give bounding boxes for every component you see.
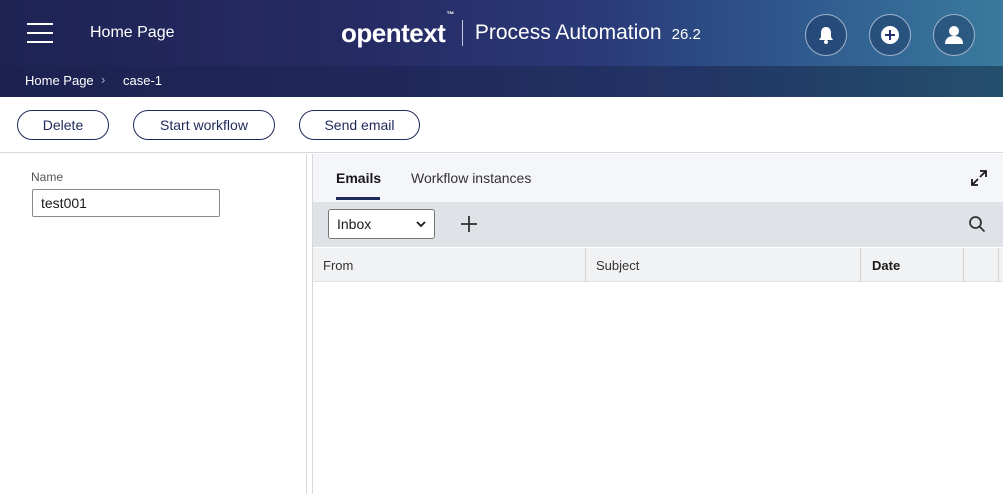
folder-select-value: Inbox [337,216,372,232]
column-header-options[interactable] [964,248,999,282]
chevron-down-icon [416,220,426,227]
brand-divider [461,20,463,46]
properties-panel: Name [0,154,307,494]
opentext-logo: opentext™ [341,9,454,48]
delete-button[interactable]: Delete [17,110,109,140]
column-header-date[interactable]: Date [861,248,964,282]
name-field[interactable] [32,189,220,217]
app-header: Home Page opentext™ Process Automation 2… [0,0,1003,66]
header-home-link[interactable]: Home Page [90,24,175,42]
breadcrumb-home[interactable]: Home Page [25,73,94,88]
tab-emails[interactable]: Emails [336,170,381,186]
tab-workflow-instances[interactable]: Workflow instances [411,170,531,186]
notifications-button[interactable] [805,14,847,56]
action-toolbar: Delete Start workflow Send email [0,97,1003,153]
email-grid-body [313,282,1003,494]
email-grid-header: From Subject Date [313,248,1003,282]
start-workflow-button[interactable]: Start workflow [133,110,275,140]
product-version: 26.2 [671,25,701,43]
bell-icon [819,27,833,44]
user-profile-button[interactable] [933,14,975,56]
column-header-subject[interactable]: Subject [586,248,861,282]
emails-panel: Emails Workflow instances Inbox From Sub… [312,154,1003,494]
brand: opentext™ Process Automation 26.2 [341,9,701,50]
breadcrumb-current: case-1 [123,73,163,88]
chevron-right-icon: › [101,72,106,87]
menu-icon[interactable] [27,22,53,44]
user-icon [945,26,963,44]
column-header-from[interactable]: From [313,248,586,282]
breadcrumb: Home Page › case-1 [0,66,1003,97]
name-label: Name [31,170,64,184]
email-toolbar: Inbox [313,202,1003,247]
tab-bar: Emails Workflow instances [313,154,1003,202]
create-button[interactable] [869,14,911,56]
product-name: Process Automation [474,21,662,44]
send-email-button[interactable]: Send email [299,110,420,140]
add-circle-icon [881,26,899,44]
plus-icon[interactable] [459,214,479,234]
active-tab-indicator [336,197,380,200]
expand-icon[interactable] [970,169,988,187]
search-icon[interactable] [968,215,986,233]
folder-select[interactable]: Inbox [328,209,435,239]
